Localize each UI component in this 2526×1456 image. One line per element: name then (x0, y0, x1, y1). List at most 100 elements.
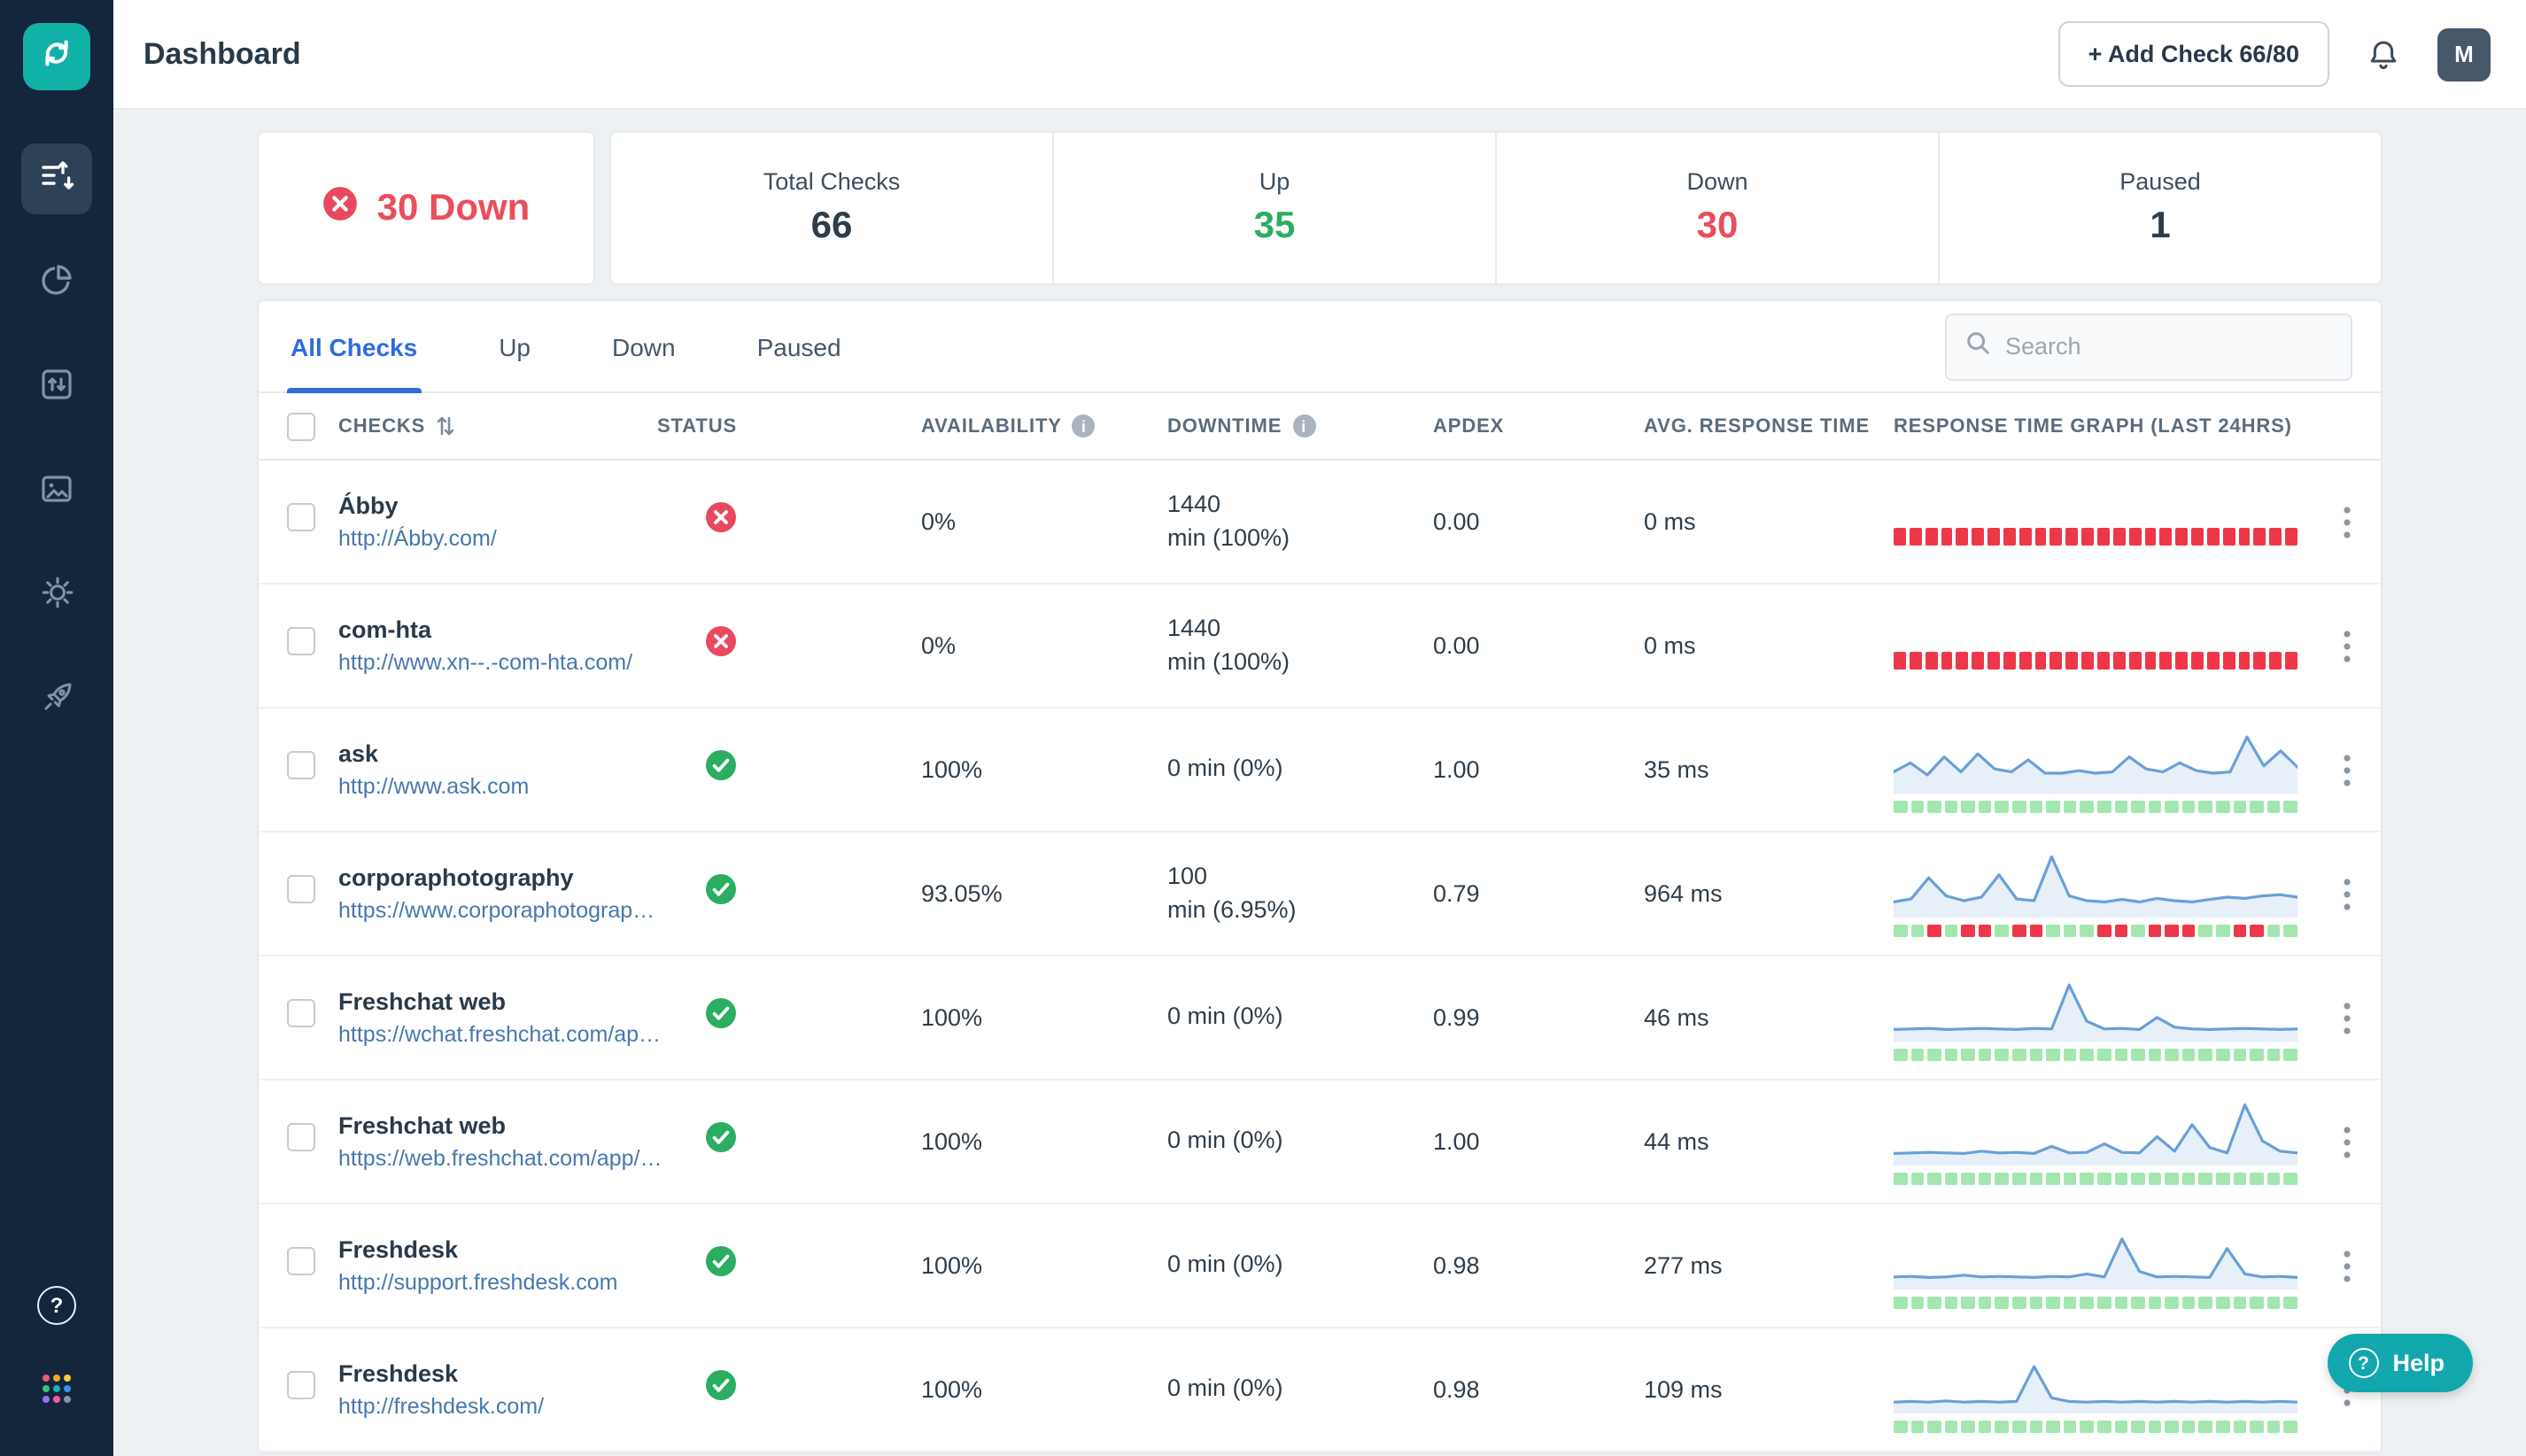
check-url-link[interactable]: http://Ábby.com/ (338, 526, 657, 551)
tab-paused[interactable]: Paused (754, 301, 845, 391)
column-header-label: RESPONSE TIME GRAPH (LAST 24HRS) (1894, 415, 2292, 437)
notifications-bell-icon[interactable] (2365, 35, 2402, 74)
checks-table-card: All Checks Up Down Paused CHECKS (257, 299, 2383, 1454)
column-header-downtime: DOWNTIME i (1167, 414, 1433, 438)
summary-row: 30 Down Total Checks 66 Up 35 Down 30 (257, 131, 2383, 285)
stat-label: Paused (2119, 168, 2201, 195)
column-header-label: AVAILABILITY (921, 415, 1062, 437)
apdex-value: 0.98 (1433, 1252, 1644, 1279)
response-time-graph (1894, 974, 2312, 1061)
add-check-button[interactable]: + Add Check 66/80 (2058, 21, 2329, 87)
select-all-checkbox[interactable] (287, 412, 315, 440)
check-name: Freshdesk (338, 1360, 657, 1387)
check-url-link[interactable]: http://www.ask.com (338, 774, 657, 799)
app-logo[interactable] (23, 23, 90, 90)
sync-logo-icon (37, 33, 76, 81)
check-url-link[interactable]: http://freshdesk.com/ (338, 1394, 657, 1419)
column-header-label: APDEX (1433, 415, 1504, 437)
downtime-value: 0 min (0%) (1167, 1125, 1283, 1158)
row-menu-button[interactable] (2312, 754, 2381, 786)
tab-down[interactable]: Down (608, 301, 679, 391)
sidebar-item-status-pages[interactable] (21, 457, 92, 528)
stat-label: Total Checks (763, 168, 901, 195)
response-time-graph (1894, 1222, 2312, 1309)
main-area: Dashboard + Add Check 66/80 M (113, 0, 2526, 1456)
sidebar-item-reports[interactable] (21, 248, 92, 319)
availability-value: 100% (921, 756, 1167, 783)
check-name: Ábby (338, 492, 657, 519)
downtime-value: 1440 min (100%) (1167, 612, 1290, 679)
sidebar-item-checks[interactable] (21, 143, 92, 214)
tabs-row: All Checks Up Down Paused (259, 301, 2381, 393)
search-icon (1964, 329, 1991, 364)
stat-down: Down 30 (1495, 133, 1938, 283)
stat-value: 30 (1697, 205, 1739, 248)
downtime-value: 0 min (0%) (1167, 753, 1283, 786)
down-count-label: 30 Down (377, 187, 531, 229)
availability-value: 100% (921, 1252, 1167, 1279)
downtime-value: 0 min (0%) (1167, 1001, 1283, 1034)
check-name: com-hta (338, 616, 657, 643)
column-header-checks[interactable]: CHECKS (338, 414, 657, 438)
image-icon (39, 470, 74, 515)
column-header-label: STATUS (657, 415, 737, 437)
gear-icon (38, 574, 75, 620)
tab-all-checks[interactable]: All Checks (287, 301, 421, 391)
sidebar-item-explore[interactable] (21, 666, 92, 737)
sort-icon[interactable] (436, 414, 455, 438)
response-time-graph (1894, 499, 2312, 545)
user-avatar[interactable]: M (2437, 27, 2491, 81)
search-input[interactable] (2005, 333, 2333, 360)
status-icon (705, 625, 737, 666)
row-menu-button[interactable] (2312, 506, 2381, 538)
box-arrows-icon (39, 366, 74, 410)
row-menu-button[interactable] (2312, 878, 2381, 910)
availability-value: 0% (921, 632, 1167, 659)
stat-value: 1 (2150, 205, 2170, 248)
check-name: Freshchat web (338, 988, 657, 1015)
row-checkbox[interactable] (287, 1371, 315, 1399)
column-header-label: AVG. RESPONSE TIME (1644, 415, 1870, 437)
response-time-graph (1894, 1346, 2312, 1433)
check-url-link[interactable]: http://support.freshdesk.com (338, 1270, 657, 1295)
stat-label: Up (1259, 168, 1290, 195)
row-menu-button[interactable] (2312, 630, 2381, 662)
avg-response-value: 44 ms (1644, 1128, 1894, 1155)
apps-switcher[interactable] (21, 1357, 92, 1428)
info-icon[interactable]: i (1073, 414, 1096, 438)
row-menu-button[interactable] (2312, 1126, 2381, 1158)
apdex-value: 1.00 (1433, 756, 1644, 783)
row-checkbox[interactable] (287, 751, 315, 779)
status-icon (705, 1121, 737, 1162)
tab-up[interactable]: Up (495, 301, 534, 391)
column-header-label: DOWNTIME (1167, 415, 1282, 437)
avg-response-value: 0 ms (1644, 632, 1894, 659)
downtime-value: 0 min (0%) (1167, 1373, 1283, 1406)
stats-card: Total Checks 66 Up 35 Down 30 Paused 1 (609, 131, 2383, 285)
row-checkbox[interactable] (287, 999, 315, 1027)
sidebar-item-settings[interactable] (21, 561, 92, 632)
down-x-icon (322, 186, 358, 230)
info-icon[interactable]: i (1292, 414, 1315, 438)
check-url-link[interactable]: http://www.xn--.-com-hta.com/ (338, 650, 657, 675)
row-menu-button[interactable] (2312, 1250, 2381, 1282)
column-header-label: CHECKS (338, 415, 425, 437)
table-row: corporaphotography https://www.corporaph… (259, 833, 2381, 956)
downtime-value: 1440 min (100%) (1167, 488, 1290, 555)
row-checkbox[interactable] (287, 1123, 315, 1151)
response-time-graph (1894, 623, 2312, 669)
table-row: Freshdesk http://support.freshdesk.com 1… (259, 1204, 2381, 1328)
sidebar-item-badges[interactable] (21, 352, 92, 423)
apdex-value: 1.00 (1433, 1128, 1644, 1155)
check-url-link[interactable]: https://web.freshchat.com/app/… (338, 1146, 657, 1171)
help-widget-button[interactable]: ? Help (2327, 1334, 2473, 1392)
row-checkbox[interactable] (287, 875, 315, 903)
row-menu-button[interactable] (2312, 1002, 2381, 1034)
check-url-link[interactable]: https://www.corporaphotograp… (338, 898, 657, 923)
check-url-link[interactable]: https://wchat.freshchat.com/ap… (338, 1022, 657, 1047)
row-checkbox[interactable] (287, 627, 315, 655)
row-checkbox[interactable] (287, 1247, 315, 1275)
column-header-avg-response: AVG. RESPONSE TIME (1644, 415, 1894, 437)
help-question-icon[interactable]: ? (37, 1286, 76, 1325)
row-checkbox[interactable] (287, 503, 315, 531)
